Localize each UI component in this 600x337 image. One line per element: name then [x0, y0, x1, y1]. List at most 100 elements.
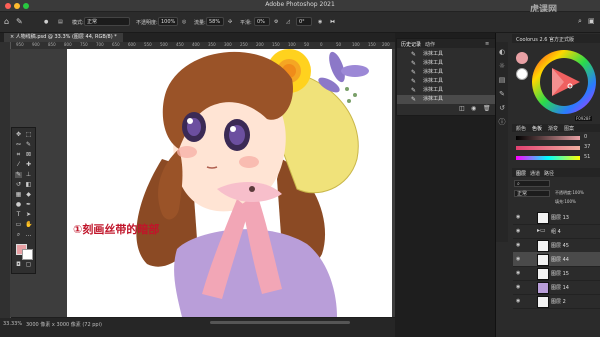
- more-tools-icon[interactable]: …: [25, 232, 32, 238]
- layer-filter-select[interactable]: ⌕: [514, 180, 550, 187]
- smooth-input[interactable]: 0%: [254, 17, 270, 26]
- color-wheel[interactable]: [530, 48, 598, 116]
- eye-icon[interactable]: ◉: [516, 270, 520, 276]
- hex-readout[interactable]: F0928F: [575, 116, 592, 121]
- brush-preset-picker[interactable]: ●: [44, 19, 48, 25]
- ruler-tick: 800: [64, 42, 72, 47]
- type-tool-icon[interactable]: T: [15, 212, 22, 218]
- eye-icon[interactable]: ◉: [516, 214, 520, 220]
- history-item[interactable]: ✎ 涂抹工具: [397, 50, 495, 59]
- eye-icon[interactable]: ◉: [516, 242, 520, 248]
- tab-history[interactable]: 历史记录: [401, 41, 421, 48]
- lasso-tool-icon[interactable]: ∾: [15, 142, 22, 148]
- brush-panel-icon[interactable]: ✎: [498, 90, 506, 98]
- color-panel-icon[interactable]: ◐: [498, 48, 506, 56]
- pressure-size-icon[interactable]: ◉: [318, 19, 322, 25]
- snapshot-icon[interactable]: ◉: [471, 105, 476, 112]
- slider-3[interactable]: [516, 156, 580, 160]
- healing-tool-icon[interactable]: ✚: [25, 162, 32, 168]
- home-icon[interactable]: ⌂: [4, 17, 9, 26]
- flow-input[interactable]: 58%: [206, 17, 224, 26]
- document-canvas[interactable]: ①刻画丝带的暗部: [67, 49, 392, 317]
- layer-group-row[interactable]: ◉ ▸▭ 组 4: [513, 224, 600, 239]
- slider-3-value[interactable]: 51: [584, 154, 590, 160]
- document-tab[interactable]: × 人物线稿.psd @ 33.3% (图层 44, RGB/8) *: [4, 33, 123, 42]
- history-item[interactable]: ✎ 涂抹工具: [397, 77, 495, 86]
- airbrush-icon[interactable]: ✣: [228, 19, 232, 25]
- previous-color-chip[interactable]: [516, 68, 528, 80]
- eraser-tool-icon[interactable]: ◧: [25, 182, 32, 188]
- properties-icon[interactable]: ▤: [498, 76, 506, 84]
- eyedropper-tool-icon[interactable]: ⁄: [15, 162, 22, 168]
- panel-menu-icon[interactable]: ≡: [485, 41, 489, 47]
- hand-tool-icon[interactable]: ✋: [25, 222, 32, 228]
- path-select-icon[interactable]: ➤: [25, 212, 32, 218]
- zoom-level[interactable]: 33.33%: [3, 321, 22, 327]
- history-item[interactable]: ✎ 涂抹工具: [397, 86, 495, 95]
- slider-2-value[interactable]: 37: [584, 144, 590, 150]
- tab-layers[interactable]: 图层: [516, 170, 526, 177]
- tab-paths[interactable]: 路径: [544, 170, 554, 177]
- zoom-tool-icon[interactable]: ⌕: [15, 232, 22, 238]
- symmetry-icon[interactable]: ⧓: [330, 19, 335, 25]
- stamp-tool-icon[interactable]: ⊥: [25, 172, 32, 178]
- pen-tool-icon[interactable]: ✒: [25, 202, 32, 208]
- smoothing-options-icon[interactable]: ⚙: [274, 19, 278, 25]
- new-document-from-state-icon[interactable]: ◫: [459, 105, 465, 112]
- crop-tool-icon[interactable]: ⌗: [15, 152, 22, 158]
- layer-row[interactable]: ◉ 图层 45: [513, 238, 600, 253]
- blur-tool-icon[interactable]: ◆: [25, 192, 32, 198]
- search-icon[interactable]: ⌕: [578, 17, 582, 26]
- dodge-tool-icon[interactable]: ●: [15, 202, 22, 208]
- tab-color[interactable]: 颜色: [516, 125, 526, 132]
- background-color-swatch[interactable]: [22, 249, 33, 260]
- gradient-tool-icon[interactable]: ▦: [15, 192, 22, 198]
- tab-gradients[interactable]: 渐变: [548, 125, 558, 132]
- history-item[interactable]: ✎ 涂抹工具: [397, 68, 495, 77]
- angle-input[interactable]: 0°: [296, 17, 312, 26]
- slider-1-value[interactable]: 0: [584, 134, 587, 140]
- marquee-tool-icon[interactable]: ⬚: [25, 132, 32, 138]
- slider-1[interactable]: [516, 136, 580, 140]
- blend-mode-select[interactable]: 正常: [514, 190, 550, 197]
- trash-icon[interactable]: 🗑: [483, 105, 491, 112]
- layer-row[interactable]: ◉ 图层 14: [513, 280, 600, 295]
- tab-swatches[interactable]: 色板: [532, 125, 542, 132]
- slider-2[interactable]: [516, 146, 580, 150]
- eye-icon[interactable]: ◉: [516, 298, 520, 304]
- eye-icon[interactable]: ◉: [516, 284, 520, 290]
- brush-tool-icon[interactable]: ✎: [15, 172, 22, 178]
- eye-icon[interactable]: ◉: [516, 228, 520, 234]
- layer-fill[interactable]: 填充:100%: [555, 199, 576, 205]
- current-color-chip[interactable]: [516, 52, 528, 64]
- history-panel-icon[interactable]: ↺: [498, 104, 506, 112]
- tab-patterns[interactable]: 图案: [564, 125, 574, 132]
- brush-settings-icon[interactable]: ▤: [58, 19, 63, 25]
- eye-icon[interactable]: ◉: [516, 256, 520, 262]
- screen-mode-icon[interactable]: ▢: [25, 262, 32, 268]
- layer-row-selected[interactable]: ◉ 图层 44: [513, 252, 600, 267]
- history-brush-icon[interactable]: ↺: [15, 182, 22, 188]
- history-item-selected[interactable]: ✎ 涂抹工具: [397, 95, 495, 104]
- workspace-icon[interactable]: ▣: [588, 17, 595, 25]
- shape-tool-icon[interactable]: ▭: [15, 222, 22, 228]
- frame-tool-icon[interactable]: ⊠: [25, 152, 32, 158]
- tab-channels[interactable]: 通道: [530, 170, 540, 177]
- info-icon[interactable]: ⓘ: [498, 118, 506, 126]
- ruler-tick: 50: [336, 42, 342, 47]
- mode-select[interactable]: 正常: [84, 17, 130, 26]
- pressure-opacity-icon[interactable]: ◎: [182, 19, 186, 25]
- layer-opacity[interactable]: 不透明度:100%: [555, 190, 584, 196]
- horizontal-scrollbar[interactable]: [210, 321, 350, 324]
- move-tool-icon[interactable]: ✥: [15, 132, 22, 138]
- quick-select-tool-icon[interactable]: ✎: [25, 142, 32, 148]
- layer-row[interactable]: ◉ 图层 2: [513, 294, 600, 309]
- layer-row[interactable]: ◉ 图层 15: [513, 266, 600, 281]
- history-item[interactable]: ✎ 涂抹工具: [397, 59, 495, 68]
- layer-row[interactable]: ◉ 图层 13: [513, 210, 600, 225]
- quick-mask-icon[interactable]: ◘: [15, 262, 22, 268]
- tab-actions[interactable]: 动作: [425, 41, 435, 48]
- opacity-input[interactable]: 100%: [158, 17, 178, 26]
- brush-tool-icon[interactable]: ✎: [16, 17, 23, 26]
- adjustments-icon[interactable]: ☼: [498, 62, 506, 70]
